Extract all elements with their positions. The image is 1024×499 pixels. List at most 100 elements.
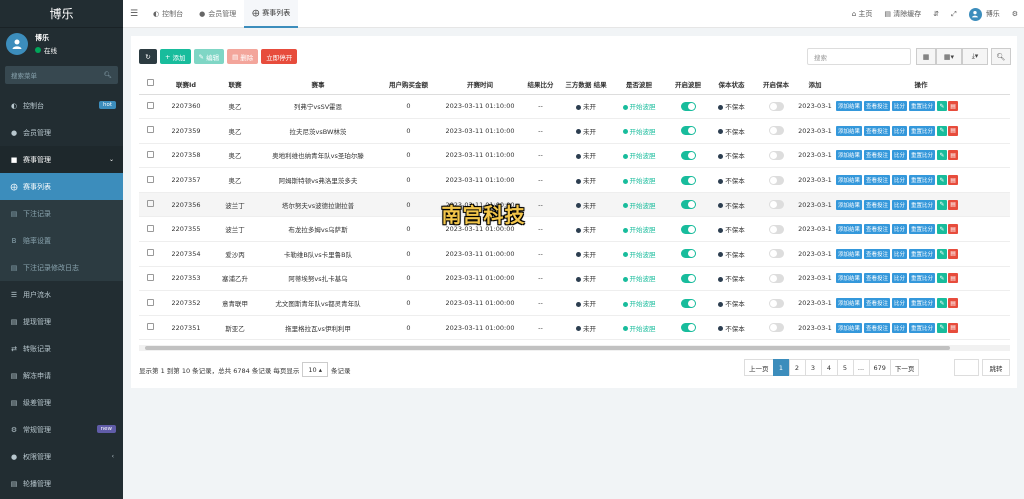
horizontal-scrollbar[interactable]	[139, 345, 1010, 351]
menu-toggle-icon[interactable]: ☰	[123, 9, 145, 19]
select-all-checkbox[interactable]	[139, 74, 161, 95]
table-row[interactable]: 2207355 波兰丁 布龙拉多姆vs乌萨斯 0 2023-03-11 01:00:00…	[139, 216, 1010, 243]
edit-icon[interactable]: ✎	[937, 101, 948, 112]
sidebar-item-carousel[interactable]: ▤ 轮播管理	[0, 470, 123, 497]
score-button[interactable]: 比分	[892, 248, 908, 259]
tab-members[interactable]: ● 会员管理	[191, 0, 244, 28]
table-row[interactable]: 2207357 奥乙 阿姆斯特顿vs弗洛里茨多夫 0 2023-03-11 01:10:…	[139, 167, 1010, 193]
col-header[interactable]: 开启波胆	[667, 74, 709, 95]
prev-page-button[interactable]: 上一页	[744, 359, 774, 376]
sidebar-item-event-list[interactable]: ⨁ 赛事列表	[0, 173, 123, 200]
sidebar-item-permission[interactable]: ● 权限管理 ‹	[0, 443, 123, 470]
delete-icon[interactable]: ▤	[948, 248, 959, 259]
edit-icon[interactable]: ✎	[937, 248, 948, 259]
app-logo[interactable]: 博乐	[0, 0, 123, 28]
bodan-switch[interactable]	[680, 323, 696, 333]
table-row[interactable]: 2207352 意青联甲 尤文图斯青年队vs都灵青年队 0 2023-03-11 01:…	[139, 290, 1010, 316]
add-result-button[interactable]: 添加结果	[836, 101, 863, 112]
sidebar-item-user-flow[interactable]: ☰ 用户流水	[0, 281, 123, 308]
delete-icon[interactable]: ▤	[948, 101, 959, 112]
row-checkbox[interactable]	[139, 241, 161, 267]
row-checkbox[interactable]	[139, 266, 161, 292]
sidebar-item-dashboard[interactable]: ◐ 控制台 hot	[0, 92, 123, 119]
delete-icon[interactable]: ▤	[948, 224, 959, 235]
page-size-select[interactable]: 10 ▴	[302, 362, 329, 377]
table-row[interactable]: 2207351 斯亚乙 拖里格拉瓦vs伊利利甲 0 2023-03-11 01:00:0…	[139, 315, 1010, 341]
baoben-switch[interactable]	[768, 175, 784, 185]
col-header[interactable]: 联赛	[211, 74, 259, 95]
add-result-button[interactable]: 添加结果	[836, 322, 863, 333]
reset-score-button[interactable]: 重置比分	[909, 298, 936, 309]
view-bets-button[interactable]: 查看投注	[864, 224, 891, 235]
user-menu[interactable]: 博乐	[968, 7, 1000, 21]
delete-button[interactable]: ▤ 删除	[227, 49, 259, 64]
sidebar-item-level[interactable]: ▤ 级差管理	[0, 389, 123, 416]
score-button[interactable]: 比分	[892, 101, 908, 112]
edit-icon[interactable]: ✎	[937, 322, 948, 333]
export-button[interactable]: ⤓▾	[962, 48, 988, 65]
clear-cache-button[interactable]: ▤ 清除缓存	[884, 9, 921, 19]
bodan-switch[interactable]	[680, 249, 696, 259]
page-button[interactable]: 3	[804, 359, 822, 376]
view-bets-button[interactable]: 查看投注	[864, 175, 891, 186]
row-checkbox[interactable]	[139, 290, 161, 316]
edit-button[interactable]: ✎ 编辑	[193, 49, 225, 64]
sidebar-item-bet-log[interactable]: ▤ 下注记录修改日志	[0, 254, 123, 281]
menu-search-input[interactable]: 搜索菜单 🔍︎	[5, 66, 118, 84]
col-header[interactable]: 保本状态	[709, 74, 754, 95]
sidebar-item-bet-records[interactable]: ▤ 下注记录	[0, 200, 123, 227]
score-button[interactable]: 比分	[892, 125, 908, 136]
tab-dashboard[interactable]: ◐ 控制台	[145, 0, 191, 28]
view-bets-button[interactable]: 查看投注	[864, 199, 891, 210]
score-button[interactable]: 比分	[892, 199, 908, 210]
delete-icon[interactable]: ▤	[948, 298, 959, 309]
bodan-switch[interactable]	[680, 175, 696, 185]
sidebar-item-withdraw[interactable]: ▤ 提现管理	[0, 308, 123, 335]
row-checkbox[interactable]	[139, 192, 161, 218]
jump-button[interactable]: 跳转	[982, 359, 1010, 376]
table-search-input[interactable]: 搜索	[807, 48, 911, 65]
view-bets-button[interactable]: 查看投注	[864, 322, 891, 333]
bodan-switch[interactable]	[680, 126, 696, 136]
reset-score-button[interactable]: 重置比分	[909, 199, 936, 210]
col-header[interactable]: 添加	[798, 74, 832, 95]
score-button[interactable]: 比分	[892, 150, 908, 161]
add-result-button[interactable]: 添加结果	[836, 125, 863, 136]
view-bets-button[interactable]: 查看投注	[864, 101, 891, 112]
bodan-switch[interactable]	[680, 200, 696, 210]
sidebar-item-members[interactable]: ● 会员管理	[0, 119, 123, 146]
baoben-switch[interactable]	[768, 126, 784, 136]
translate-icon[interactable]: ⇵	[933, 10, 939, 18]
delete-icon[interactable]: ▤	[948, 125, 959, 136]
col-header[interactable]: 用户购买金额	[377, 74, 440, 95]
view-bets-button[interactable]: 查看投注	[864, 150, 891, 161]
reset-score-button[interactable]: 重置比分	[909, 273, 936, 284]
baoben-switch[interactable]	[768, 224, 784, 234]
delete-icon[interactable]: ▤	[948, 150, 959, 161]
add-button[interactable]: + 添加	[160, 49, 191, 64]
page-button[interactable]: 2	[788, 359, 806, 376]
row-checkbox[interactable]	[139, 315, 161, 341]
reset-score-button[interactable]: 重置比分	[909, 125, 936, 136]
baoben-switch[interactable]	[768, 200, 784, 210]
table-row[interactable]: 2207360 奥乙 列弗宁vsSV霍恩 0 2023-03-11 01:10:00 --…	[139, 94, 1010, 120]
reset-score-button[interactable]: 重置比分	[909, 224, 936, 235]
refresh-button[interactable]: ↻	[139, 49, 157, 64]
jump-page-input[interactable]	[954, 359, 979, 376]
score-button[interactable]: 比分	[892, 322, 908, 333]
delete-icon[interactable]: ▤	[948, 273, 959, 284]
edit-icon[interactable]: ✎	[937, 273, 948, 284]
edit-icon[interactable]: ✎	[937, 199, 948, 210]
table-row[interactable]: 2207358 奥乙 奥地利维也纳青年队vs圣珀尔滕 0 2023-03-11 01:1…	[139, 143, 1010, 169]
col-header[interactable]: 结果比分	[520, 74, 561, 95]
row-checkbox[interactable]	[139, 216, 161, 243]
col-header[interactable]: 开启保本	[754, 74, 798, 95]
sidebar-item-transfer[interactable]: ⇄ 转账记录	[0, 335, 123, 362]
fullscreen-icon[interactable]: ⤢	[951, 10, 957, 19]
view-bets-button[interactable]: 查看投注	[864, 125, 891, 136]
bodan-switch[interactable]	[680, 298, 696, 308]
add-result-button[interactable]: 添加结果	[836, 175, 863, 186]
view-bets-button[interactable]: 查看投注	[864, 273, 891, 284]
bodan-switch[interactable]	[680, 273, 696, 283]
baoben-switch[interactable]	[768, 298, 784, 308]
